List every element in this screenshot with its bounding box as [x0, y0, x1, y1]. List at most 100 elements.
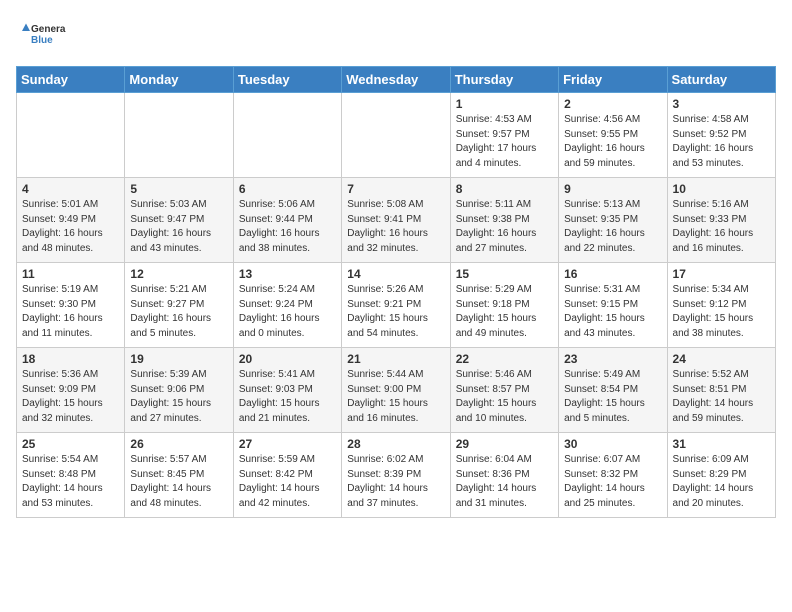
calendar-cell: 25Sunrise: 5:54 AM Sunset: 8:48 PM Dayli…	[17, 433, 125, 518]
day-number: 26	[130, 437, 227, 451]
calendar-cell	[342, 93, 450, 178]
day-info: Sunrise: 5:41 AM Sunset: 9:03 PM Dayligh…	[239, 368, 336, 426]
header-day-saturday: Saturday	[667, 67, 775, 93]
day-info: Sunrise: 5:36 AM Sunset: 9:09 PM Dayligh…	[22, 368, 119, 426]
calendar-cell: 19Sunrise: 5:39 AM Sunset: 9:06 PM Dayli…	[125, 348, 233, 433]
day-number: 16	[564, 267, 661, 281]
day-info: Sunrise: 5:29 AM Sunset: 9:18 PM Dayligh…	[456, 283, 553, 341]
day-number: 19	[130, 352, 227, 366]
calendar-body: 1 Sunrise: 4:53 AM Sunset: 9:57 PM Daylig…	[17, 93, 776, 518]
calendar-cell: 13 Sunrise: 5:24 AM Sunset: 9:24 PM Dayli…	[233, 263, 341, 348]
calendar-table: SundayMondayTuesdayWednesdayThursdayFrid…	[16, 66, 776, 518]
day-info: Sunrise: 5:13 AM Sunset: 9:35 PM Dayligh…	[564, 198, 661, 256]
day-info: Sunrise: 5:19 AM Sunset: 9:30 PM Dayligh…	[22, 283, 119, 341]
day-number: 8	[456, 182, 553, 196]
day-info: Sunrise: 5:21 AM Sunset: 9:27 PM Dayligh…	[130, 283, 227, 341]
day-number: 29	[456, 437, 553, 451]
calendar-cell: 26 Sunrise: 5:57 AM Sunset: 8:45 PM Dayli…	[125, 433, 233, 518]
day-info: Sunrise: 4:56 AM Sunset: 9:55 PM Dayligh…	[564, 113, 661, 171]
day-number: 2	[564, 97, 661, 111]
day-info: Sunrise: 5:52 AM Sunset: 8:51 PM Dayligh…	[673, 368, 770, 426]
day-info: Sunrise: 6:02 AM Sunset: 8:39 PM Dayligh…	[347, 453, 444, 511]
calendar-cell: 28 Sunrise: 6:02 AM Sunset: 8:39 PM Dayli…	[342, 433, 450, 518]
week-row-1: 1 Sunrise: 4:53 AM Sunset: 9:57 PM Daylig…	[17, 93, 776, 178]
week-row-5: 25Sunrise: 5:54 AM Sunset: 8:48 PM Dayli…	[17, 433, 776, 518]
calendar-cell: 12 Sunrise: 5:21 AM Sunset: 9:27 PM Dayli…	[125, 263, 233, 348]
day-number: 15	[456, 267, 553, 281]
header-row: SundayMondayTuesdayWednesdayThursdayFrid…	[17, 67, 776, 93]
calendar-cell: 8 Sunrise: 5:11 AM Sunset: 9:38 PM Daylig…	[450, 178, 558, 263]
day-number: 7	[347, 182, 444, 196]
day-number: 28	[347, 437, 444, 451]
svg-text:General: General	[31, 24, 66, 35]
calendar-cell: 4 Sunrise: 5:01 AM Sunset: 9:49 PM Daylig…	[17, 178, 125, 263]
calendar-cell: 16 Sunrise: 5:31 AM Sunset: 9:15 PM Dayli…	[559, 263, 667, 348]
day-number: 6	[239, 182, 336, 196]
day-number: 24	[673, 352, 770, 366]
calendar-cell: 15 Sunrise: 5:29 AM Sunset: 9:18 PM Dayli…	[450, 263, 558, 348]
calendar-cell: 11Sunrise: 5:19 AM Sunset: 9:30 PM Dayli…	[17, 263, 125, 348]
day-info: Sunrise: 5:01 AM Sunset: 9:49 PM Dayligh…	[22, 198, 119, 256]
calendar-header: SundayMondayTuesdayWednesdayThursdayFrid…	[17, 67, 776, 93]
day-number: 13	[239, 267, 336, 281]
calendar-cell: 9 Sunrise: 5:13 AM Sunset: 9:35 PM Daylig…	[559, 178, 667, 263]
calendar-cell: 24 Sunrise: 5:52 AM Sunset: 8:51 PM Dayli…	[667, 348, 775, 433]
day-number: 14	[347, 267, 444, 281]
day-number: 22	[456, 352, 553, 366]
day-info: Sunrise: 5:08 AM Sunset: 9:41 PM Dayligh…	[347, 198, 444, 256]
day-info: Sunrise: 5:57 AM Sunset: 8:45 PM Dayligh…	[130, 453, 227, 511]
day-number: 12	[130, 267, 227, 281]
day-number: 1	[456, 97, 553, 111]
logo: General Blue	[16, 16, 66, 56]
calendar-cell: 2 Sunrise: 4:56 AM Sunset: 9:55 PM Daylig…	[559, 93, 667, 178]
day-number: 4	[22, 182, 119, 196]
day-info: Sunrise: 5:46 AM Sunset: 8:57 PM Dayligh…	[456, 368, 553, 426]
calendar-cell	[125, 93, 233, 178]
calendar-cell: 29 Sunrise: 6:04 AM Sunset: 8:36 PM Dayli…	[450, 433, 558, 518]
day-number: 31	[673, 437, 770, 451]
calendar-cell: 21 Sunrise: 5:44 AM Sunset: 9:00 PM Dayli…	[342, 348, 450, 433]
calendar-cell: 23Sunrise: 5:49 AM Sunset: 8:54 PM Dayli…	[559, 348, 667, 433]
day-number: 10	[673, 182, 770, 196]
calendar-cell: 31 Sunrise: 6:09 AM Sunset: 8:29 PM Dayli…	[667, 433, 775, 518]
calendar-cell: 17Sunrise: 5:34 AM Sunset: 9:12 PM Dayli…	[667, 263, 775, 348]
day-number: 20	[239, 352, 336, 366]
day-info: Sunrise: 5:44 AM Sunset: 9:00 PM Dayligh…	[347, 368, 444, 426]
svg-text:Blue: Blue	[31, 35, 53, 46]
day-info: Sunrise: 6:09 AM Sunset: 8:29 PM Dayligh…	[673, 453, 770, 511]
calendar-cell: 3Sunrise: 4:58 AM Sunset: 9:52 PM Daylig…	[667, 93, 775, 178]
calendar-cell: 6 Sunrise: 5:06 AM Sunset: 9:44 PM Daylig…	[233, 178, 341, 263]
week-row-3: 11Sunrise: 5:19 AM Sunset: 9:30 PM Dayli…	[17, 263, 776, 348]
calendar-cell: 30Sunrise: 6:07 AM Sunset: 8:32 PM Dayli…	[559, 433, 667, 518]
header: General Blue	[16, 16, 776, 56]
day-info: Sunrise: 6:04 AM Sunset: 8:36 PM Dayligh…	[456, 453, 553, 511]
day-info: Sunrise: 5:54 AM Sunset: 8:48 PM Dayligh…	[22, 453, 119, 511]
day-info: Sunrise: 5:24 AM Sunset: 9:24 PM Dayligh…	[239, 283, 336, 341]
day-info: Sunrise: 5:59 AM Sunset: 8:42 PM Dayligh…	[239, 453, 336, 511]
day-info: Sunrise: 5:16 AM Sunset: 9:33 PM Dayligh…	[673, 198, 770, 256]
header-day-wednesday: Wednesday	[342, 67, 450, 93]
calendar-cell: 20 Sunrise: 5:41 AM Sunset: 9:03 PM Dayli…	[233, 348, 341, 433]
day-info: Sunrise: 4:53 AM Sunset: 9:57 PM Dayligh…	[456, 113, 553, 171]
day-info: Sunrise: 6:07 AM Sunset: 8:32 PM Dayligh…	[564, 453, 661, 511]
day-info: Sunrise: 5:06 AM Sunset: 9:44 PM Dayligh…	[239, 198, 336, 256]
calendar-cell: 18Sunrise: 5:36 AM Sunset: 9:09 PM Dayli…	[17, 348, 125, 433]
header-day-sunday: Sunday	[17, 67, 125, 93]
day-number: 9	[564, 182, 661, 196]
day-info: Sunrise: 5:11 AM Sunset: 9:38 PM Dayligh…	[456, 198, 553, 256]
header-day-tuesday: Tuesday	[233, 67, 341, 93]
calendar-cell: 10 Sunrise: 5:16 AM Sunset: 9:33 PM Dayli…	[667, 178, 775, 263]
header-day-friday: Friday	[559, 67, 667, 93]
week-row-2: 4 Sunrise: 5:01 AM Sunset: 9:49 PM Daylig…	[17, 178, 776, 263]
day-info: Sunrise: 5:31 AM Sunset: 9:15 PM Dayligh…	[564, 283, 661, 341]
calendar-cell: 14Sunrise: 5:26 AM Sunset: 9:21 PM Dayli…	[342, 263, 450, 348]
calendar-cell: 1 Sunrise: 4:53 AM Sunset: 9:57 PM Daylig…	[450, 93, 558, 178]
logo-icon: General Blue	[16, 16, 66, 56]
day-number: 21	[347, 352, 444, 366]
day-info: Sunrise: 5:34 AM Sunset: 9:12 PM Dayligh…	[673, 283, 770, 341]
calendar-cell	[17, 93, 125, 178]
week-row-4: 18Sunrise: 5:36 AM Sunset: 9:09 PM Dayli…	[17, 348, 776, 433]
calendar-cell: 7 Sunrise: 5:08 AM Sunset: 9:41 PM Daylig…	[342, 178, 450, 263]
calendar-cell	[233, 93, 341, 178]
calendar-cell: 27Sunrise: 5:59 AM Sunset: 8:42 PM Dayli…	[233, 433, 341, 518]
